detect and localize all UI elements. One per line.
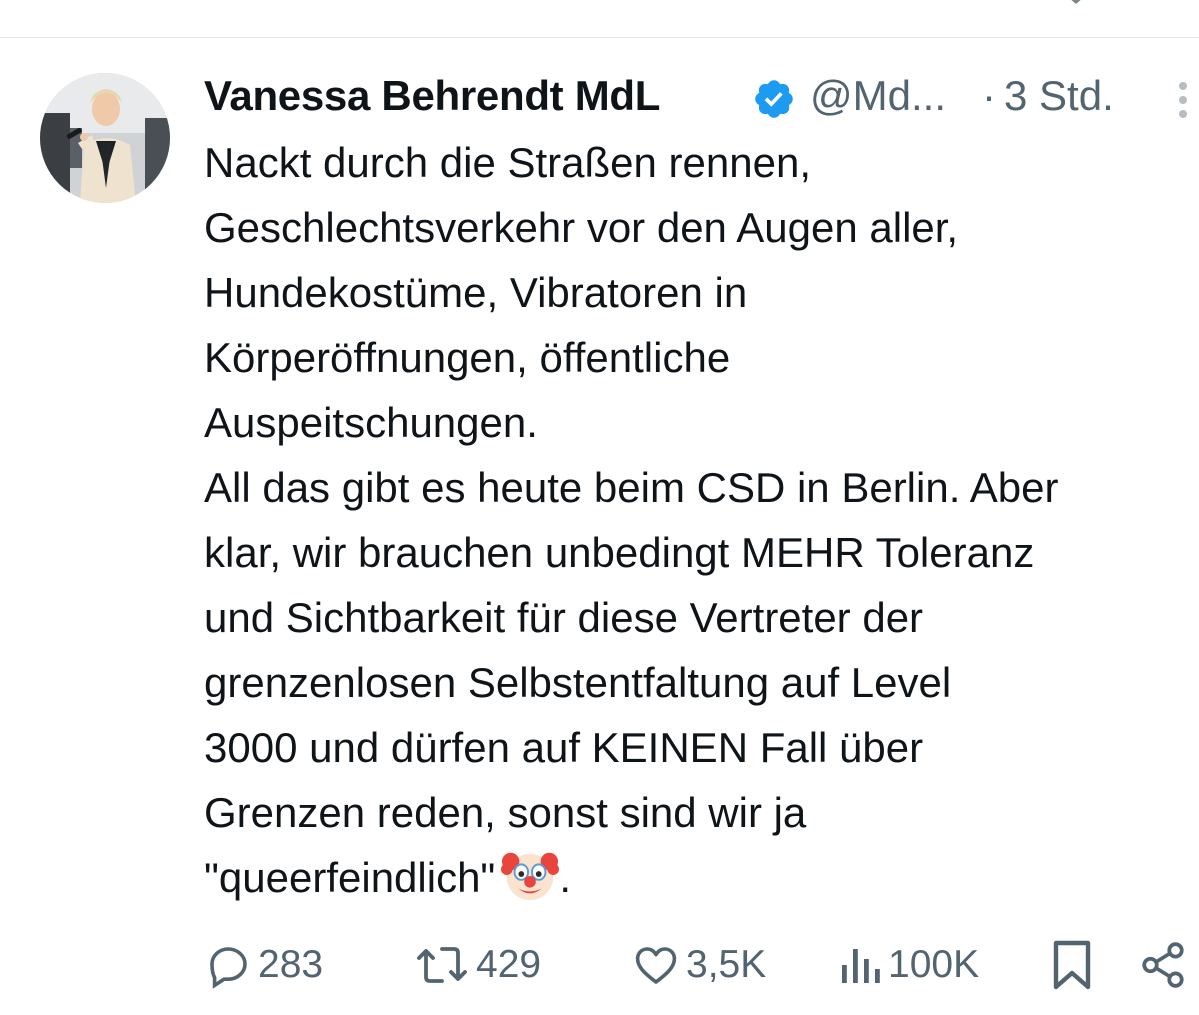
repost-button[interactable]: 429 — [414, 930, 541, 1000]
clown-face-emoji-icon — [501, 852, 560, 901]
text-line: Körperöffnungen, öffentliche — [204, 334, 731, 381]
partial-icon — [214, 0, 230, 2]
verified-badge-icon — [755, 80, 793, 118]
like-button[interactable]: 3,5K — [632, 930, 766, 1000]
divider — [0, 37, 1199, 38]
text-line: und Sichtbarkeit für diese Vertreter der — [204, 594, 924, 641]
text-line: Nackt durch die Straßen rennen, — [204, 139, 811, 186]
tweet-header: Vanessa Behrendt MdL @Md... · 3 Std. — [204, 68, 1194, 124]
text-fragment: "queerfeindlich" — [204, 854, 496, 901]
action-bar: 283 429 3,5K 100K — [0, 930, 1199, 1000]
separator-dot: · — [982, 72, 996, 119]
text-line: 3000 und dürfen auf KEINEN Fall über — [204, 724, 924, 771]
tweet-text: Nackt durch die Straßen rennen, Geschlech… — [204, 130, 1199, 910]
heart-icon — [635, 947, 677, 984]
repost-count: 429 — [476, 943, 542, 986]
text-line: Hundekostüme, Vibratoren in — [204, 269, 748, 316]
text-fragment: . — [559, 854, 572, 901]
reply-count: 283 — [258, 943, 324, 986]
text-line: Auspeitschungen. — [204, 399, 538, 446]
author-name[interactable]: Vanessa Behrendt MdL — [204, 68, 660, 124]
reply-button[interactable]: 283 — [204, 930, 323, 1000]
views-count: 100K — [888, 943, 980, 986]
more-options-icon[interactable] — [1176, 80, 1190, 120]
repost-icon — [417, 947, 467, 983]
text-line: All das gibt es heute beim CSD in Berlin… — [204, 464, 1059, 511]
avatar[interactable] — [40, 73, 170, 203]
timestamp[interactable]: 3 Std. — [1004, 68, 1114, 124]
views-chart-icon — [842, 949, 880, 983]
avatar-photo — [40, 73, 170, 203]
previous-item-peek — [0, 0, 1199, 38]
share-button[interactable] — [1138, 930, 1188, 1000]
text-line-last: "queerfeindlich" . — [204, 845, 1199, 910]
author-handle[interactable]: @Md... — [810, 68, 946, 124]
views-button[interactable]: 100K — [838, 930, 979, 1000]
like-count: 3,5K — [686, 943, 767, 986]
text-line: grenzenlosen Selbstentfaltung auf Level — [204, 659, 952, 706]
share-icon — [1142, 942, 1184, 988]
text-line: Grenzen reden, sonst sind wir ja — [204, 789, 807, 836]
partial-toolbar-icons — [1071, 0, 1081, 4]
text-line: Geschlechtsverkehr vor den Augen aller, — [204, 204, 959, 251]
text-line: klar, wir brauchen unbedingt MEHR Tolera… — [204, 529, 1035, 576]
bookmark-icon — [1053, 940, 1091, 990]
reply-icon — [210, 947, 247, 989]
bookmark-button[interactable] — [1050, 930, 1094, 1000]
